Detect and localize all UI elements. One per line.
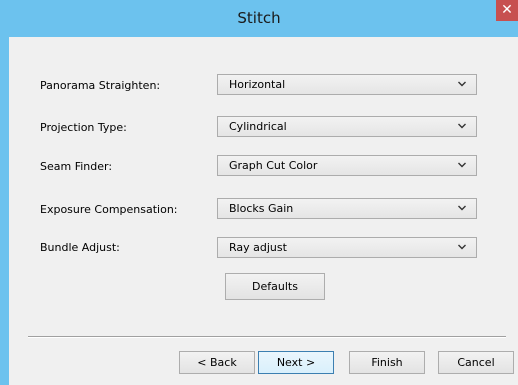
next-button[interactable]: Next > bbox=[258, 351, 334, 374]
bundle-adjust-select[interactable]: Ray adjust bbox=[217, 237, 477, 258]
exposure-compensation-value: Blocks Gain bbox=[229, 202, 294, 215]
seam-finder-select[interactable]: Graph Cut Color bbox=[217, 155, 477, 176]
panorama-straighten-select[interactable]: Horizontal bbox=[217, 74, 477, 95]
panorama-straighten-value: Horizontal bbox=[229, 78, 286, 91]
stitch-dialog: Stitch ✕ Panorama Straighten: Horizontal… bbox=[0, 0, 518, 385]
seam-finder-value: Graph Cut Color bbox=[229, 159, 318, 172]
projection-type-value: Cylindrical bbox=[229, 120, 287, 133]
panorama-straighten-label: Panorama Straighten: bbox=[40, 79, 161, 92]
chevron-down-icon bbox=[458, 205, 466, 211]
window-title: Stitch bbox=[237, 9, 281, 27]
close-button[interactable]: ✕ bbox=[496, 0, 518, 21]
chevron-down-icon bbox=[458, 81, 466, 87]
exposure-compensation-label: Exposure Compensation: bbox=[40, 203, 178, 216]
bundle-adjust-label: Bundle Adjust: bbox=[40, 241, 120, 254]
dialog-body: Panorama Straighten: Horizontal Projecti… bbox=[9, 37, 518, 385]
back-button[interactable]: < Back bbox=[179, 351, 255, 374]
finish-button[interactable]: Finish bbox=[349, 351, 425, 374]
projection-type-label: Projection Type: bbox=[40, 121, 127, 134]
defaults-button[interactable]: Defaults bbox=[225, 273, 325, 300]
exposure-compensation-select[interactable]: Blocks Gain bbox=[217, 198, 477, 219]
close-icon: ✕ bbox=[501, 2, 513, 18]
chevron-down-icon bbox=[458, 123, 466, 129]
seam-finder-label: Seam Finder: bbox=[40, 160, 113, 173]
cancel-button[interactable]: Cancel bbox=[438, 351, 514, 374]
separator-line bbox=[28, 336, 506, 338]
chevron-down-icon bbox=[458, 244, 466, 250]
chevron-down-icon bbox=[458, 162, 466, 168]
projection-type-select[interactable]: Cylindrical bbox=[217, 116, 477, 137]
bundle-adjust-value: Ray adjust bbox=[229, 241, 287, 254]
title-bar[interactable]: Stitch ✕ bbox=[0, 0, 518, 37]
